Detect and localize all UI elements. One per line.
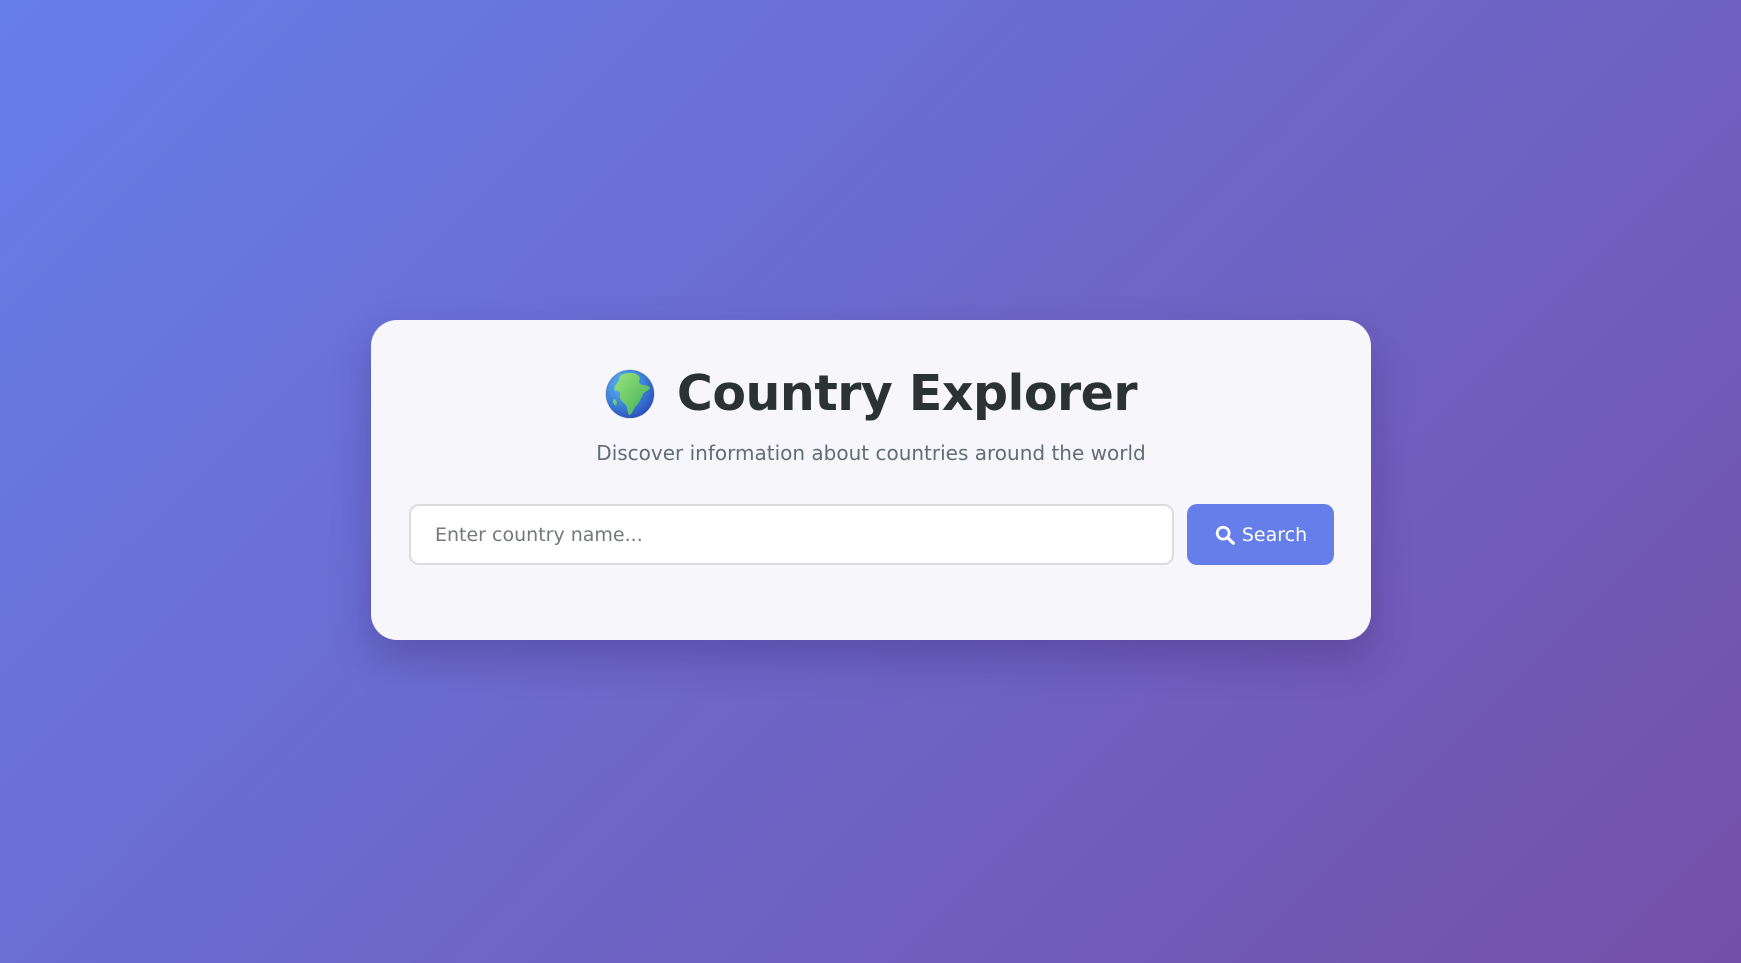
page-title: Country Explorer <box>676 365 1138 422</box>
country-search-input[interactable] <box>409 504 1174 565</box>
globe-icon <box>605 369 655 419</box>
search-card: Country Explorer Discover information ab… <box>371 320 1371 640</box>
search-button[interactable]: Search <box>1187 504 1334 565</box>
search-icon <box>1215 525 1235 545</box>
header: Country Explorer <box>371 364 1371 424</box>
search-button-label: Search <box>1241 523 1308 546</box>
page-subtitle: Discover information about countries aro… <box>596 441 1146 465</box>
